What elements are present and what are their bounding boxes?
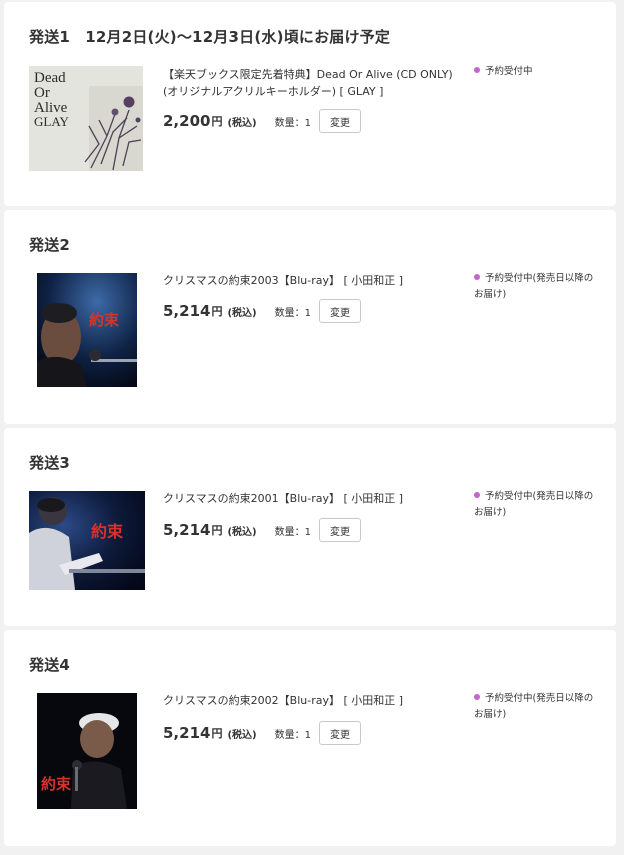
shipment-title: 発送2 <box>29 236 71 254</box>
price-row: 2,200 円 (税込) 数量：1 変更 <box>163 109 361 133</box>
price-unit: 円 <box>211 727 223 740</box>
status-badge: 予約受付中 <box>474 64 599 80</box>
quantity-label: 数量：1 <box>274 526 311 538</box>
cover-title-text: 約束 <box>91 522 124 541</box>
product-title-link[interactable]: クリスマスの約束2002【Blu-ray】 [ 小田和正 ] <box>163 692 453 709</box>
status-text: 予約受付中(発売日以降のお届け) <box>474 273 594 300</box>
price-row: 5,214 円 (税込) 数量：1 変更 <box>163 721 361 745</box>
change-button[interactable]: 変更 <box>318 721 361 745</box>
status-dot-icon <box>474 67 480 73</box>
status-text: 予約受付中 <box>485 66 533 77</box>
tax-label: (税込) <box>227 307 257 319</box>
price-row: 5,214 円 (税込) 数量：1 変更 <box>163 518 361 542</box>
price-value: 5,214 <box>163 521 211 539</box>
status-dot-icon <box>474 492 480 498</box>
status-text: 予約受付中(発売日以降のお届け) <box>474 693 594 720</box>
tax-label: (税込) <box>227 117 257 129</box>
tax-label: (税込) <box>227 526 257 538</box>
product-title-link[interactable]: クリスマスの約束2001【Blu-ray】 [ 小田和正 ] <box>163 490 453 507</box>
product-title-link[interactable]: 【楽天ブックス限定先着特典】Dead Or Alive (CD ONLY)(オリ… <box>163 66 453 100</box>
shipment-title: 発送4 <box>29 656 71 674</box>
quantity-label: 数量：1 <box>274 307 311 319</box>
price-value: 5,214 <box>163 724 211 742</box>
cover-text-dead: Dead <box>34 70 66 86</box>
status-badge: 予約受付中(発売日以降のお届け) <box>474 271 599 303</box>
product-image-christmas-2001[interactable]: 約束 <box>29 491 145 590</box>
price-row: 5,214 円 (税込) 数量：1 変更 <box>163 299 361 323</box>
shipment-title: 発送3 <box>29 454 71 472</box>
price-unit: 円 <box>211 524 223 537</box>
change-button[interactable]: 変更 <box>318 299 361 323</box>
product-image-christmas-2003[interactable]: 約束 <box>37 273 137 387</box>
cover-text-or: Or <box>34 85 50 101</box>
shipment-card-4: 発送4 約束 クリスマスの約束2002【Blu-ray】 [ 小田和正 ] 5,… <box>4 630 616 846</box>
price-unit: 円 <box>211 305 223 318</box>
product-image-dead-or-alive[interactable]: Dead Or Alive GLAY <box>29 66 143 171</box>
change-button[interactable]: 変更 <box>318 109 361 133</box>
cover-title-text: 約束 <box>89 311 120 329</box>
shipment-card-3: 発送3 約束 クリスマスの約束2001【Blu-ray】 [ 小田和正 ] 5,… <box>4 428 616 626</box>
status-badge: 予約受付中(発売日以降のお届け) <box>474 691 599 723</box>
status-dot-icon <box>474 694 480 700</box>
quantity-label: 数量：1 <box>274 117 311 129</box>
shipment-card-2: 発送2 約束 クリスマスの約束2003【Blu-ray】 [ 小田和正 ] 5,… <box>4 210 616 424</box>
cover-title-text: 約束 <box>41 775 72 793</box>
price-value: 5,214 <box>163 302 211 320</box>
tax-label: (税込) <box>227 729 257 741</box>
price-value: 2,200 <box>163 112 211 130</box>
change-button[interactable]: 変更 <box>318 518 361 542</box>
product-title-link[interactable]: クリスマスの約束2003【Blu-ray】 [ 小田和正 ] <box>163 272 453 289</box>
cover-text-glay: GLAY <box>34 114 70 129</box>
status-badge: 予約受付中(発売日以降のお届け) <box>474 489 599 521</box>
shipment-card-1: 発送1 12月2日(火)〜12月3日(水)頃にお届け予定 Dead Or Ali… <box>4 2 616 206</box>
shipment-title: 発送1 12月2日(火)〜12月3日(水)頃にお届け予定 <box>29 28 391 46</box>
status-text: 予約受付中(発売日以降のお届け) <box>474 491 594 518</box>
product-image-christmas-2002[interactable]: 約束 <box>37 693 137 809</box>
price-unit: 円 <box>211 115 223 128</box>
quantity-label: 数量：1 <box>274 729 311 741</box>
status-dot-icon <box>474 274 480 280</box>
